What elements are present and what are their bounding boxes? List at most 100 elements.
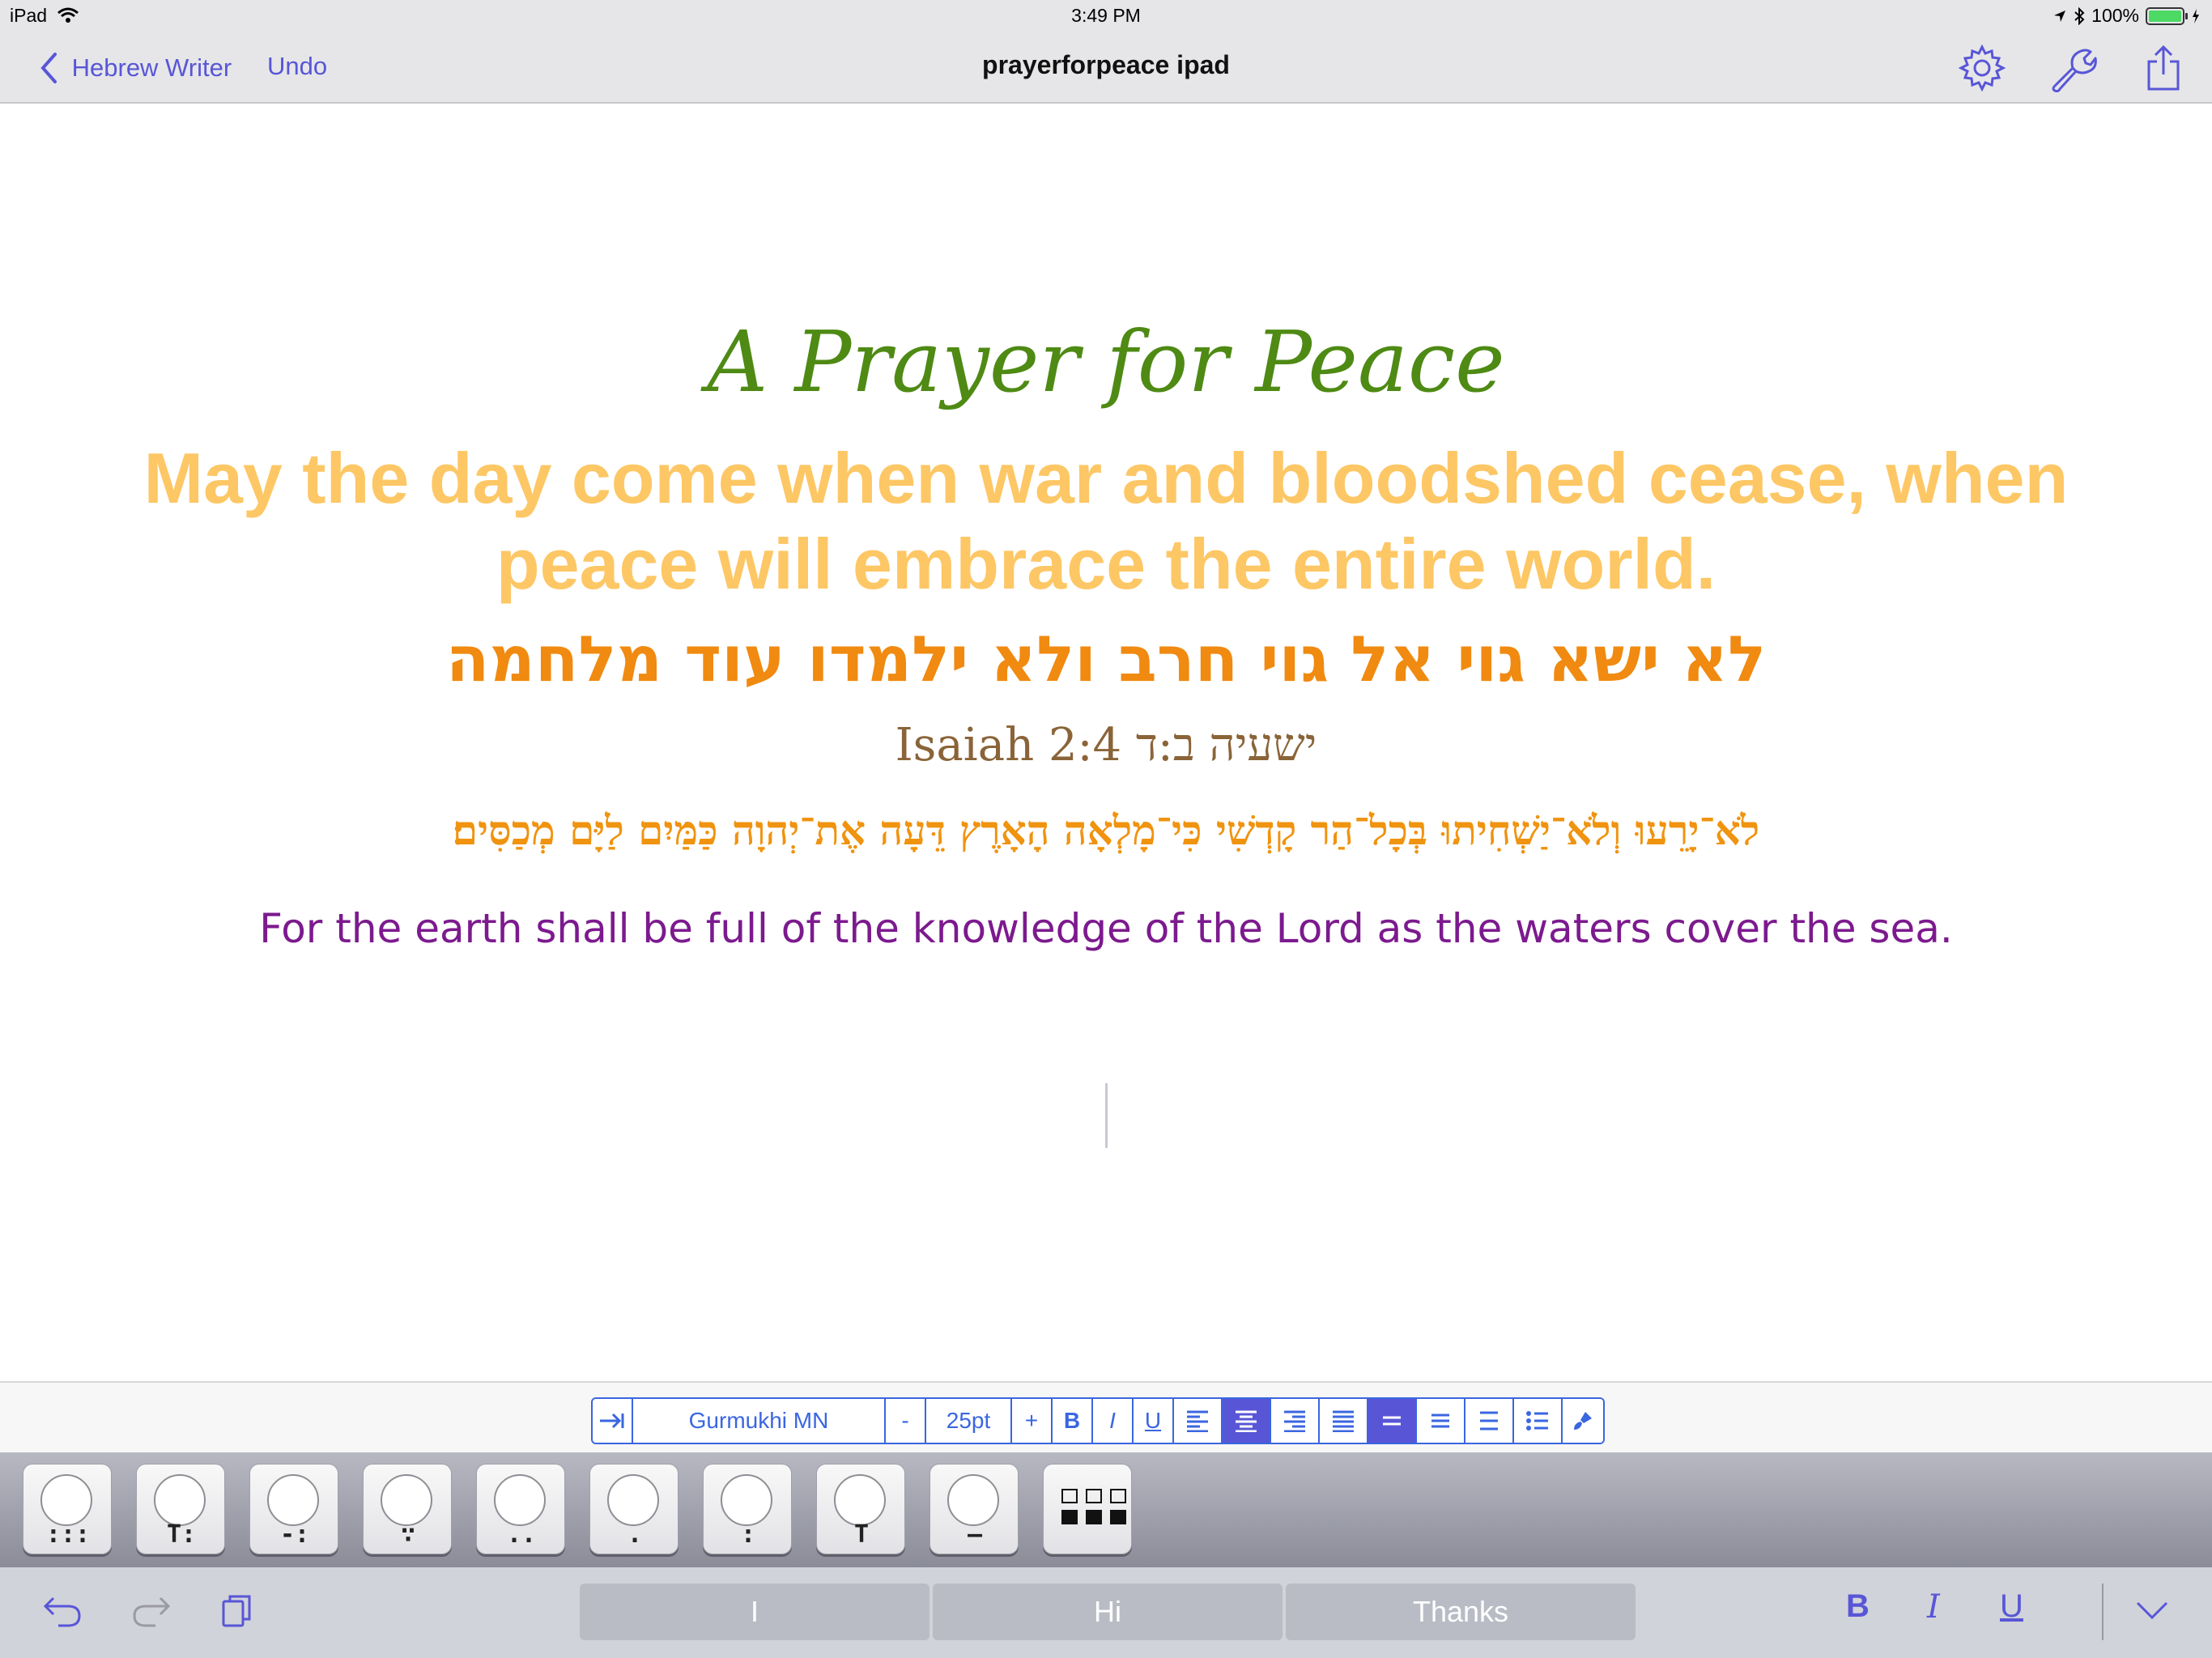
scripture-reference: Isaiah 2:4 ישעיה ב:ד — [895, 719, 1317, 772]
vowel-key-1[interactable]: ::: — [23, 1464, 112, 1554]
location-icon — [2054, 10, 2066, 22]
prayer-title: A Prayer for Peace — [707, 312, 1505, 411]
divider — [2102, 1584, 2104, 1640]
vowel-mark: -: — [279, 1520, 310, 1549]
english-verse-line-1: May the day come when war and bloodshed … — [143, 438, 2069, 518]
line-spacing-medium-icon — [1431, 1414, 1449, 1428]
dotted-circle-icon — [267, 1474, 319, 1526]
indent-button[interactable] — [593, 1399, 633, 1443]
dotted-circle-icon — [381, 1474, 432, 1526]
chevron-down-icon — [2136, 1601, 2168, 1620]
vowel-mark: ::: — [45, 1520, 91, 1549]
format-painter-button[interactable] — [1563, 1399, 1603, 1443]
shortcut-bar: I Hi Thanks B I U — [0, 1567, 2212, 1658]
align-center-icon — [1236, 1410, 1257, 1432]
undo-arrow-icon — [43, 1596, 81, 1627]
underline-shortcut-button[interactable]: U — [2000, 1588, 2023, 1625]
vowel-key-9[interactable]: — — [929, 1464, 1019, 1554]
decrease-font-size-button[interactable]: - — [886, 1399, 926, 1443]
align-left-icon — [1187, 1410, 1208, 1432]
status-right: 100% — [2052, 5, 2201, 27]
vowel-key-7[interactable]: : — [703, 1464, 792, 1554]
font-name-button[interactable]: Gurmukhi MN — [633, 1399, 886, 1443]
dismiss-keyboard-button[interactable] — [2134, 1598, 2170, 1626]
redo-shortcut-button[interactable] — [131, 1595, 172, 1631]
status-bar: iPad 3:49 PM 100% — [0, 0, 2212, 32]
wrench-icon — [2052, 49, 2097, 93]
dotted-circle-icon — [721, 1474, 772, 1526]
suggestion-2[interactable]: Hi — [933, 1584, 1283, 1640]
vowel-mark: ∵ — [400, 1520, 416, 1549]
english-verse-line-3: For the earth shall be full of the knowl… — [259, 905, 1953, 952]
charging-icon — [2193, 8, 2199, 23]
line-spacing-single-icon — [1383, 1416, 1401, 1426]
document-canvas[interactable]: A Prayer for Peace May the day come when… — [0, 104, 2212, 1381]
navigation-bar: Hebrew Writer Undo prayerforpeace ipad — [0, 32, 2212, 104]
line-spacing-single-button[interactable] — [1368, 1399, 1417, 1443]
align-center-button[interactable] — [1223, 1399, 1271, 1443]
suggestion-3[interactable]: Thanks — [1286, 1584, 1636, 1640]
bold-shortcut-button[interactable]: B — [1846, 1588, 1870, 1625]
redo-arrow-icon — [133, 1596, 171, 1627]
battery-percent: 100% — [2091, 5, 2139, 26]
tools-button[interactable] — [2048, 44, 2097, 93]
suggestion-1[interactable]: I — [580, 1584, 929, 1640]
align-left-button[interactable] — [1174, 1399, 1223, 1443]
bullet-list-icon — [1526, 1411, 1548, 1431]
settings-button[interactable] — [1958, 44, 2006, 92]
bullet-list-button[interactable] — [1514, 1399, 1563, 1443]
switch-keyboard-key[interactable] — [1043, 1464, 1132, 1554]
line-spacing-double-icon — [1480, 1411, 1498, 1431]
clock: 3:49 PM — [1071, 5, 1141, 26]
vowel-mark: — — [967, 1520, 983, 1549]
line-spacing-medium-button[interactable] — [1417, 1399, 1465, 1443]
english-verse-line-2: peace will embrace the entire world. — [496, 524, 1716, 604]
paintbrush-icon — [1574, 1412, 1592, 1430]
document-title: prayerforpeace ipad — [982, 50, 1230, 79]
dotted-circle-icon — [154, 1474, 206, 1526]
battery-icon — [2146, 6, 2188, 25]
bluetooth-icon — [2074, 6, 2085, 25]
font-size-field[interactable]: 25pt — [926, 1399, 1012, 1443]
vowel-mark: : — [740, 1520, 756, 1549]
vowel-key-5[interactable]: .. — [476, 1464, 565, 1554]
format-toolbar: Gurmukhi MN - 25pt + B I U — [0, 1381, 2212, 1452]
undo-shortcut-button[interactable] — [42, 1595, 83, 1631]
line-spacing-double-button[interactable] — [1465, 1399, 1514, 1443]
vowel-key-3[interactable]: -: — [249, 1464, 338, 1554]
battery-fill — [2149, 10, 2181, 22]
hebrew-verse-line-2: לֹא־יָרֵעוּ וְלֹא־יַשְׁחִיתוּ בְּכָל־הַר… — [452, 806, 1760, 854]
paste-shortcut-button[interactable] — [220, 1593, 253, 1633]
dotted-circle-icon — [607, 1474, 659, 1526]
bold-button[interactable]: B — [1053, 1399, 1093, 1443]
clipboard-icon — [222, 1595, 251, 1627]
vowel-mark: .. — [506, 1520, 537, 1549]
dotted-circle-icon — [947, 1474, 999, 1526]
dotted-circle-icon — [834, 1474, 886, 1526]
gear-icon — [1958, 44, 2006, 92]
tab-indent-icon — [600, 1413, 624, 1429]
keyboard-grid-icon — [1061, 1489, 1128, 1524]
increase-font-size-button[interactable]: + — [1012, 1399, 1053, 1443]
vowel-key-6[interactable]: . — [589, 1464, 678, 1554]
share-button[interactable] — [2139, 44, 2188, 92]
vowel-key-2[interactable]: T: — [136, 1464, 225, 1554]
hebrew-verse-line-1: לא ישא גוי אל גוי חרב ולא ילמדו עוד מלחמ… — [445, 623, 1767, 696]
vowel-mark: T: — [166, 1520, 197, 1549]
vowel-key-8[interactable]: T — [816, 1464, 905, 1554]
italic-shortcut-button[interactable]: I — [1927, 1588, 1940, 1626]
vowel-mark: . — [627, 1520, 643, 1549]
align-right-icon — [1284, 1410, 1305, 1432]
dotted-circle-icon — [494, 1474, 546, 1526]
align-right-button[interactable] — [1271, 1399, 1320, 1443]
vowel-mark: T — [853, 1520, 870, 1549]
dotted-circle-icon — [40, 1474, 92, 1526]
share-icon — [2147, 45, 2180, 91]
align-justify-icon — [1333, 1410, 1354, 1432]
vowel-key-4[interactable]: ∵ — [363, 1464, 452, 1554]
italic-button[interactable]: I — [1093, 1399, 1134, 1443]
format-control-group: Gurmukhi MN - 25pt + B I U — [591, 1397, 1605, 1444]
text-cursor — [1105, 1083, 1108, 1148]
underline-button[interactable]: U — [1134, 1399, 1174, 1443]
align-justify-button[interactable] — [1320, 1399, 1368, 1443]
